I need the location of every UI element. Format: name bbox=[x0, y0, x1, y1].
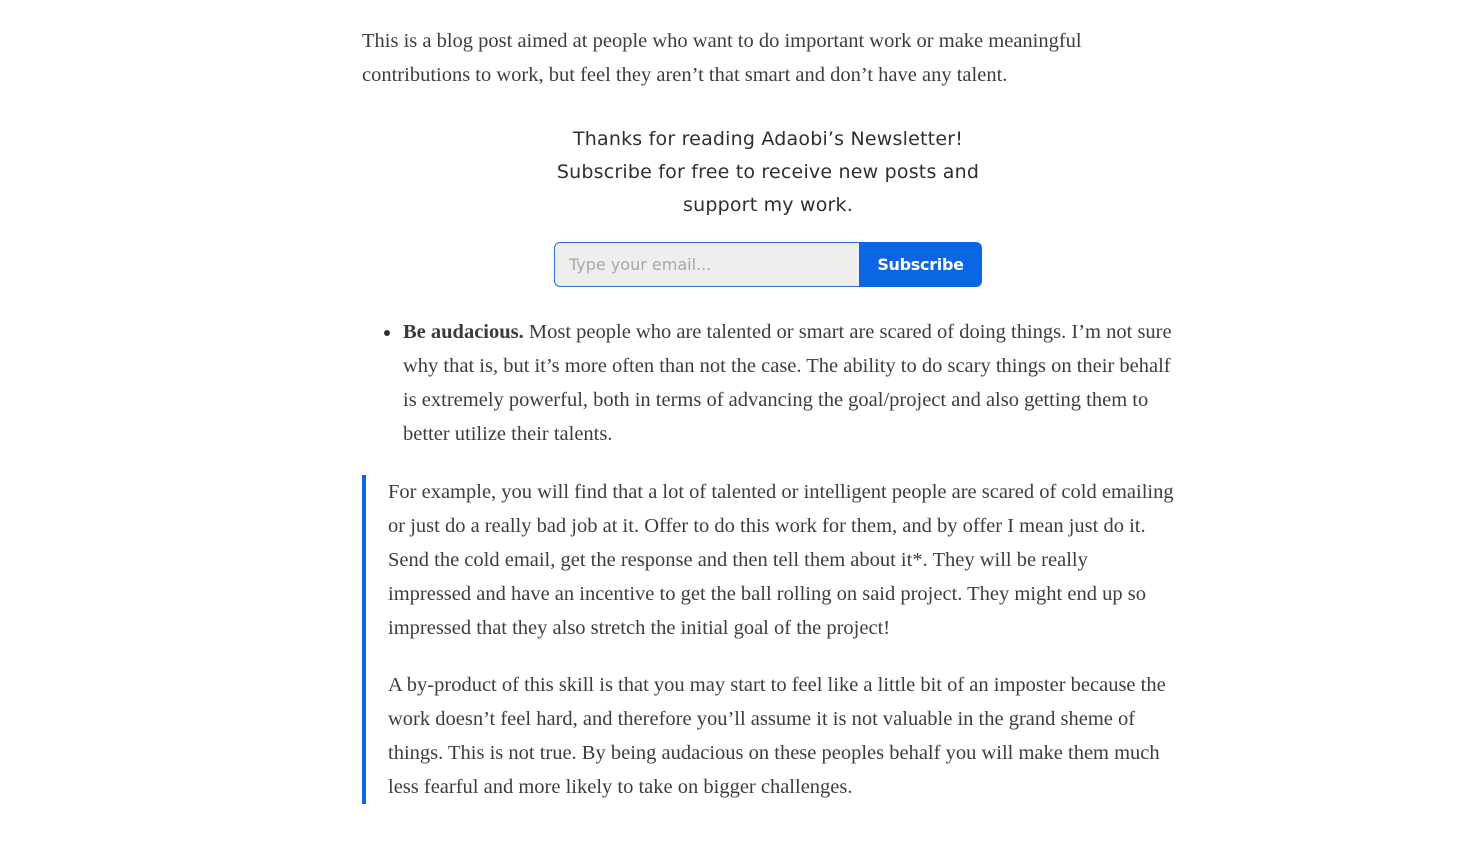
intro-paragraph: This is a blog post aimed at people who … bbox=[362, 30, 1082, 86]
subscribe-message: Thanks for reading Adaobi’s Newsletter! … bbox=[556, 128, 980, 216]
quote-paragraph: A by-product of this skill is that you m… bbox=[388, 674, 1166, 798]
list-item: Be audacious. Most people who are talent… bbox=[402, 315, 1174, 451]
subscribe-widget: Thanks for reading Adaobi’s Newsletter! … bbox=[362, 123, 1174, 287]
tips-list: Be audacious. Most people who are talent… bbox=[362, 315, 1174, 451]
subscribe-form: Subscribe bbox=[554, 242, 982, 287]
quote-paragraph: For example, you will find that a lot of… bbox=[388, 481, 1174, 639]
blockquote: For example, you will find that a lot of… bbox=[362, 475, 1174, 804]
article-body: This is a blog post aimed at people who … bbox=[362, 24, 1174, 827]
list-item-lead: Be audacious. bbox=[403, 321, 524, 343]
email-input[interactable] bbox=[554, 242, 859, 287]
subscribe-button[interactable]: Subscribe bbox=[859, 242, 982, 287]
